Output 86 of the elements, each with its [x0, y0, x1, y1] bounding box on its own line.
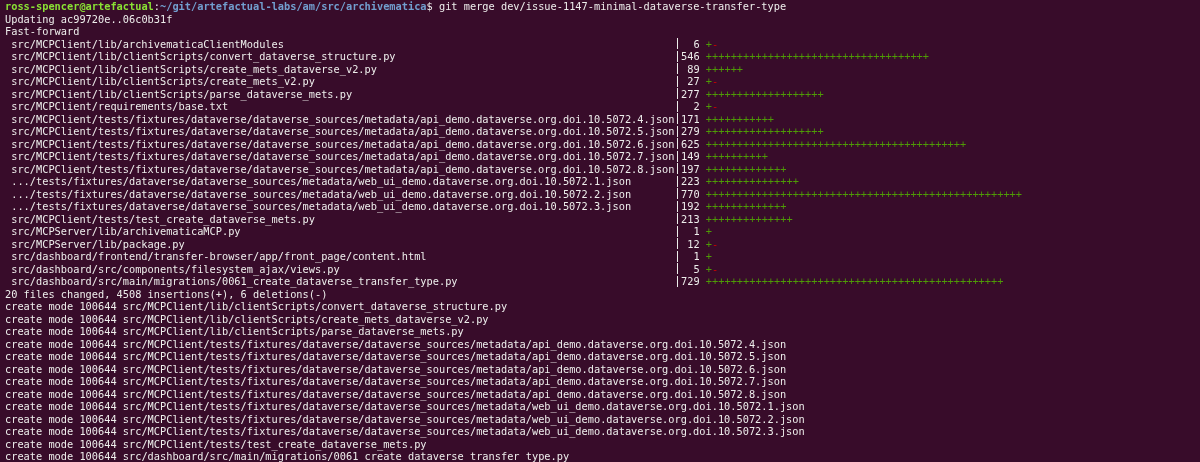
insertions-graph: +	[705, 262, 713, 275]
insertions-graph: ++++++++++++++++++++++++++++++++++++	[705, 50, 930, 62]
file-path: src/MCPClient/tests/fixtures/dataverse/dataverse_sources/metadata/api_demo.dataverse.org.doi.10.5072.7.json	[11, 150, 675, 163]
change-count: 1	[692, 250, 700, 263]
output-line: create mode 100644 src/MCPClient/tests/test_create_dataverse_mets.py	[5, 437, 427, 450]
file-path: src/MCPServer/lib/archivematicaMCP.py	[11, 225, 241, 238]
change-count: 277	[681, 87, 700, 100]
output-line: create mode 100644 src/MCPClient/tests/fixtures/dataverse/dataverse_sources/metadata/web_ui_demo.dataverse.org.doi.10.5072.1.json	[5, 400, 805, 413]
file-path: src/MCPClient/tests/fixtures/dataverse/dataverse_sources/metadata/api_demo.dataverse.org.doi.10.5072.6.json	[11, 137, 675, 150]
output-line: create mode 100644 src/MCPClient/lib/clientScripts/convert_dataverse_structure.py	[5, 300, 508, 313]
insertions-graph: +	[705, 100, 713, 112]
change-count: 149	[681, 150, 700, 163]
change-count: 729	[681, 275, 700, 288]
change-count: 5	[692, 262, 700, 275]
change-count: 223	[681, 175, 700, 188]
output-line: create mode 100644 src/MCPClient/tests/fixtures/dataverse/dataverse_sources/metadata/api_demo.dataverse.org.doi.10.5072.8.json	[5, 387, 787, 400]
prompt-separator: :	[153, 0, 160, 13]
file-path: src/MCPClient/tests/fixtures/dataverse/dataverse_sources/metadata/api_demo.dataverse.org.doi.10.5072.8.json	[11, 162, 675, 175]
output-line: create mode 100644 src/MCPClient/tests/fixtures/dataverse/dataverse_sources/metadata/api_demo.dataverse.org.doi.10.5072.6.json	[5, 362, 787, 375]
deletions-graph: -	[712, 37, 719, 50]
output-line: create mode 100644 src/MCPClient/tests/fixtures/dataverse/dataverse_sources/metadata/api_demo.dataverse.org.doi.10.5072.5.json	[5, 350, 787, 363]
file-path: src/MCPClient/requirements/base.txt	[11, 100, 229, 113]
change-count: 1	[692, 225, 700, 238]
file-path: src/MCPClient/lib/clientScripts/convert_dataverse_structure.py	[11, 50, 397, 63]
change-count: 625	[681, 137, 700, 150]
output-line: create mode 100644 src/MCPClient/tests/fixtures/dataverse/dataverse_sources/metadata/web_ui_demo.dataverse.org.doi.10.5072.3.json	[5, 425, 805, 438]
file-path: .../tests/fixtures/dataverse/dataverse_sources/metadata/web_ui_demo.dataverse.org.doi.10.5072.3.json	[11, 200, 633, 213]
change-count: 89	[686, 62, 700, 75]
output-line: create mode 100644 src/MCPClient/tests/fixtures/dataverse/dataverse_sources/metadata/api_demo.dataverse.org.doi.10.5072.7.json	[5, 375, 787, 388]
file-path: .../tests/fixtures/dataverse/dataverse_sources/metadata/web_ui_demo.dataverse.org.doi.10.5072.1.json	[11, 175, 632, 188]
insertions-graph: +++++++++++++++	[705, 175, 799, 187]
insertions-graph: +++++++++++	[705, 112, 775, 125]
prompt-path: ~/git/artefactual-labs/am/src/archivematica	[160, 0, 427, 13]
file-path: src/MCPClient/lib/clientScripts/create_mets_dataverse_v2.py	[11, 62, 377, 75]
insertions-graph: ++++++	[705, 62, 744, 75]
insertions-graph: +	[705, 37, 713, 50]
file-path: src/dashboard/src/components/filesystem_ajax/views.py	[11, 262, 340, 275]
change-count: 171	[681, 112, 700, 125]
change-count: 279	[681, 125, 700, 138]
change-count: 12	[686, 237, 700, 250]
file-path: src/MCPClient/lib/archivematicaClientModules	[11, 37, 285, 50]
file-path: src/MCPClient/lib/clientScripts/create_mets_v2.py	[11, 75, 315, 88]
insertions-graph: ++++++++++++++++++++++++++++++++++++++++++	[705, 137, 967, 150]
change-count: 27	[686, 75, 700, 88]
output-line: Fast-forward	[5, 25, 80, 38]
file-path: src/MCPClient/lib/clientScripts/parse_dataverse_mets.py	[11, 87, 354, 100]
insertions-graph: +++++++++++++++++++	[705, 125, 824, 137]
change-count: 6	[692, 37, 700, 50]
insertions-graph: ++++++++++++++	[705, 212, 793, 225]
command-text: git merge dev/issue-1147-minimal-dataverse-transfer-type	[438, 0, 787, 13]
change-count: 546	[681, 50, 700, 63]
insertions-graph: ++++++++++	[705, 150, 768, 162]
prompt-symbol: $	[426, 0, 433, 13]
deletions-graph: -	[712, 262, 719, 275]
output-line: create mode 100644 src/MCPClient/lib/clientScripts/create_mets_dataverse_v2.py	[5, 312, 489, 325]
file-path: src/dashboard/src/main/migrations/0061_create_dataverse_transfer_type.py	[11, 275, 459, 288]
deletions-graph: -	[712, 75, 719, 87]
insertions-graph: +++++++++++++	[705, 200, 787, 212]
file-path: .../tests/fixtures/dataverse/dataverse_sources/metadata/web_ui_demo.dataverse.org.doi.10.5072.2.json	[11, 187, 633, 200]
summary-line: 20 files changed, 4508 insertions(+), 6 deletions(-)	[5, 287, 328, 300]
file-path: src/MCPClient/tests/fixtures/dataverse/dataverse_sources/metadata/api_demo.dataverse.org.doi.10.5072.5.json	[11, 125, 675, 138]
insertions-graph: +++++++++++++++++++	[705, 87, 824, 100]
output-line: create mode 100644 src/MCPClient/tests/fixtures/dataverse/dataverse_sources/metadata/api_demo.dataverse.org.doi.10.5072.4.json	[5, 337, 787, 350]
insertions-graph: +++++++++++++++++++++++++++++++++++++++++++++++++++	[705, 187, 1022, 200]
file-path: src/MCPClient/tests/test_create_dataverse_mets.py	[11, 212, 315, 225]
file-path: src/dashboard/frontend/transfer-browser/app/front_page/content.html	[11, 250, 428, 263]
prompt-user-host: ross-spencer@artefactual	[5, 0, 154, 13]
output-line: create mode 100644 src/dashboard/src/main/migrations/0061_create_dataverse_transfer_type.py	[5, 450, 570, 462]
change-count: 2	[692, 100, 700, 113]
change-count: 192	[681, 200, 700, 213]
insertions-graph: +	[705, 250, 713, 262]
change-count: 197	[681, 162, 700, 175]
insertions-graph: ++++++++++++++++++++++++++++++++++++++++++++++++	[705, 275, 1004, 287]
insertions-graph: +	[705, 237, 713, 250]
output-line: create mode 100644 src/MCPClient/lib/clientScripts/parse_dataverse_mets.py	[5, 325, 464, 338]
file-path: src/MCPServer/lib/package.py	[11, 237, 186, 250]
file-path: src/MCPClient/tests/fixtures/dataverse/dataverse_sources/metadata/api_demo.dataverse.org.doi.10.5072.4.json	[11, 112, 675, 125]
deletions-graph: -	[712, 237, 719, 250]
change-count: 770	[681, 187, 700, 200]
deletions-graph: -	[712, 100, 719, 112]
output-line: create mode 100644 src/MCPClient/tests/fixtures/dataverse/dataverse_sources/metadata/web_ui_demo.dataverse.org.doi.10.5072.2.json	[5, 412, 805, 425]
output-line: Updating ac99720e..06c0b31f	[5, 12, 173, 25]
insertions-graph: +	[705, 75, 713, 87]
change-count: 213	[681, 212, 700, 225]
insertions-graph: +	[705, 225, 713, 237]
insertions-graph: +++++++++++++	[705, 162, 787, 175]
